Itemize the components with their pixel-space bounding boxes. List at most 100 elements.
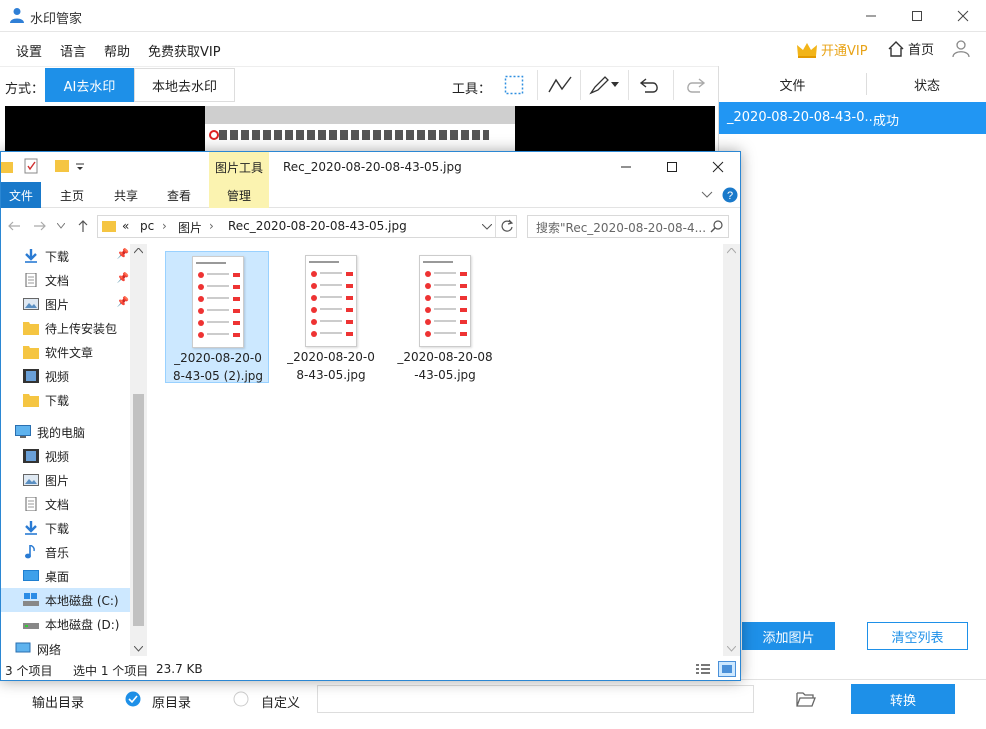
new-folder-icon[interactable] xyxy=(55,158,69,172)
output-path-input[interactable] xyxy=(317,685,754,713)
help-icon[interactable]: ? xyxy=(722,187,738,203)
original-dir-option[interactable]: 原目录 xyxy=(152,692,191,711)
breadcrumb-overflow[interactable]: « xyxy=(122,219,129,233)
radio-unchecked-icon[interactable] xyxy=(233,691,249,707)
undo-button[interactable] xyxy=(635,70,665,100)
nav-scrollbar[interactable] xyxy=(130,244,147,656)
open-folder-icon[interactable] xyxy=(796,690,816,708)
nav-item-drive-c[interactable]: 本地磁盘 (C:) xyxy=(1,588,133,612)
minimize-button[interactable] xyxy=(848,0,894,32)
computer-icon xyxy=(15,425,31,438)
brush-tool[interactable] xyxy=(584,70,624,100)
nav-item-downloads-folder[interactable]: 下载 xyxy=(1,388,133,412)
convert-button[interactable]: 转换 xyxy=(851,684,955,714)
nav-item-downloads[interactable]: 下载 📌 xyxy=(1,244,133,268)
polyline-tool[interactable] xyxy=(545,70,575,100)
local-remove-watermark-button[interactable]: 本地去水印 xyxy=(134,68,235,102)
breadcrumb-pictures[interactable]: 图片 xyxy=(178,219,202,236)
close-button[interactable] xyxy=(940,0,986,32)
nav-item-pc-music[interactable]: 音乐 xyxy=(1,540,133,564)
menu-free-vip[interactable]: 免费获取VIP xyxy=(148,41,221,60)
ribbon-tab-home[interactable]: 主页 xyxy=(51,182,93,208)
user-avatar-icon[interactable] xyxy=(951,38,971,58)
pin-icon: 📌 xyxy=(116,249,129,260)
ribbon-tab-view[interactable]: 查看 xyxy=(158,182,200,208)
search-icon[interactable] xyxy=(710,220,723,233)
scroll-up-arrow-icon[interactable] xyxy=(727,248,736,254)
menu-help[interactable]: 帮助 xyxy=(104,41,130,60)
nav-item-documents[interactable]: 文档 📌 xyxy=(1,268,133,292)
preview-phone-screen xyxy=(205,106,515,156)
chevron-down-icon[interactable] xyxy=(482,224,492,230)
nav-item-network[interactable]: 网络 xyxy=(1,642,133,656)
select-rect-tool[interactable] xyxy=(499,70,529,100)
radio-checked-icon[interactable] xyxy=(125,691,141,707)
details-view-icon[interactable] xyxy=(695,661,711,677)
nav-scroll-thumb[interactable] xyxy=(133,394,144,626)
nav-item-software-articles[interactable]: 软件文章 xyxy=(1,340,133,364)
address-bar[interactable]: « pc › 图片 › Rec_2020-08-20-08-43-05.jpg xyxy=(97,215,517,238)
recent-locations-chevron-icon[interactable] xyxy=(57,223,65,229)
quick-access-properties-icon[interactable] xyxy=(23,157,39,175)
file-item[interactable]: _2020-08-20-08-43-05.jpg xyxy=(279,251,383,383)
home-label: 首页 xyxy=(908,43,935,58)
large-icons-view-icon[interactable] xyxy=(718,661,736,677)
back-arrow-icon[interactable] xyxy=(7,220,21,232)
explorer-close-button[interactable] xyxy=(695,152,741,182)
nav-item-drive-d[interactable]: 本地磁盘 (D:) xyxy=(1,612,133,636)
chevron-down-icon[interactable] xyxy=(701,191,713,199)
nav-item-videos[interactable]: 视频 xyxy=(1,364,133,388)
file-explorer-window: 图片工具 Rec_2020-08-20-08-43-05.jpg 文件 主页 共… xyxy=(0,151,741,681)
menu-language[interactable]: 语言 xyxy=(60,41,86,60)
file-item-selected[interactable]: _2020-08-20-0 8-43-05 (2).jpg xyxy=(165,251,269,383)
nav-item-this-pc[interactable]: 我的电脑 xyxy=(1,420,133,444)
nav-item-pending-packages[interactable]: 待上传安装包 xyxy=(1,316,133,340)
menu-settings[interactable]: 设置 xyxy=(16,41,42,60)
scroll-down-arrow-icon[interactable] xyxy=(134,646,143,652)
customize-quick-access-icon[interactable] xyxy=(75,162,85,172)
explorer-titlebar: 图片工具 Rec_2020-08-20-08-43-05.jpg xyxy=(1,152,740,182)
breadcrumb-pc[interactable]: pc xyxy=(140,219,154,233)
ribbon-tab-manage[interactable]: 管理 xyxy=(209,182,269,208)
status-size: 23.7 KB xyxy=(156,662,203,676)
nav-item-pc-desktop[interactable]: 桌面 xyxy=(1,564,133,588)
breadcrumb-current-folder[interactable]: Rec_2020-08-20-08-43-05.jpg xyxy=(228,219,407,233)
file-name: _2020-08-20-0 8-43-05 (2).jpg xyxy=(172,351,264,383)
redo-button[interactable] xyxy=(680,70,710,100)
breadcrumb-separator[interactable]: › xyxy=(162,219,167,233)
vip-button[interactable]: 开通VIP xyxy=(796,40,868,59)
search-input[interactable]: 搜索"Rec_2020-08-20-08-4... xyxy=(527,215,729,238)
app-titlebar: 水印管家 xyxy=(0,0,986,32)
nav-item-pc-pictures[interactable]: 图片 xyxy=(1,468,133,492)
explorer-maximize-button[interactable] xyxy=(649,152,695,182)
add-image-button[interactable]: 添加图片 xyxy=(742,622,835,650)
breadcrumb-separator[interactable]: › xyxy=(209,219,214,233)
nav-item-pc-videos[interactable]: 视频 xyxy=(1,444,133,468)
scroll-down-arrow-icon[interactable] xyxy=(727,646,736,652)
ribbon-tab-file[interactable]: 文件 xyxy=(1,182,41,208)
forward-arrow-icon[interactable] xyxy=(33,220,47,232)
nav-item-pc-downloads[interactable]: 下载 xyxy=(1,516,133,540)
image-thumbnail-icon xyxy=(309,261,353,337)
explorer-minimize-button[interactable] xyxy=(603,152,649,182)
status-column-header[interactable]: 状态 xyxy=(867,66,986,102)
nav-item-pc-documents[interactable]: 文档 xyxy=(1,492,133,516)
clear-list-button[interactable]: 清空列表 xyxy=(867,622,968,650)
nav-item-pictures[interactable]: 图片 📌 xyxy=(1,292,133,316)
up-arrow-icon[interactable] xyxy=(77,219,89,233)
ribbon-tab-share[interactable]: 共享 xyxy=(105,182,147,208)
nav-item-label: 软件文章 xyxy=(45,345,94,360)
maximize-button[interactable] xyxy=(894,0,940,32)
ai-remove-watermark-button[interactable]: AI去水印 xyxy=(45,68,134,102)
file-item[interactable]: _2020-08-20-08-43-05.jpg xyxy=(393,251,497,383)
scroll-up-arrow-icon[interactable] xyxy=(134,248,143,254)
file-column-header[interactable]: 文件 xyxy=(719,66,866,102)
file-list-panel: 文件 状态 _2020-08-20-08-43-0... 成功 添加图片 清空列… xyxy=(718,66,986,679)
file-list-row[interactable]: _2020-08-20-08-43-0... 成功 xyxy=(719,102,986,134)
home-icon xyxy=(888,40,904,57)
content-scrollbar[interactable] xyxy=(723,244,740,656)
status-selection: 选中 1 个项目 xyxy=(73,664,149,678)
refresh-icon[interactable] xyxy=(500,219,514,233)
home-button[interactable]: 首页 xyxy=(887,39,934,58)
custom-dir-option[interactable]: 自定义 xyxy=(261,692,300,711)
